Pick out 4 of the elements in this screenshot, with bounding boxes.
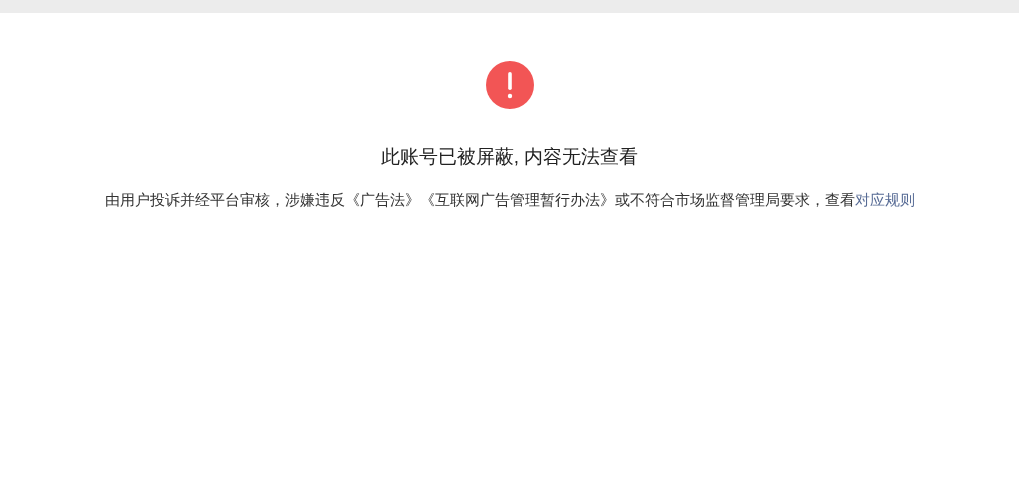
warning-icon	[485, 61, 534, 109]
notice-title: 此账号已被屏蔽, 内容无法查看	[380, 145, 639, 169]
notice-message: 由用户投诉并经平台审核，涉嫌违反《广告法》《互联网广告管理暂行办法》或不符合市场监督管理局要求，查看对应规则	[104, 191, 915, 210]
rules-link[interactable]: 对应规则	[854, 191, 915, 208]
